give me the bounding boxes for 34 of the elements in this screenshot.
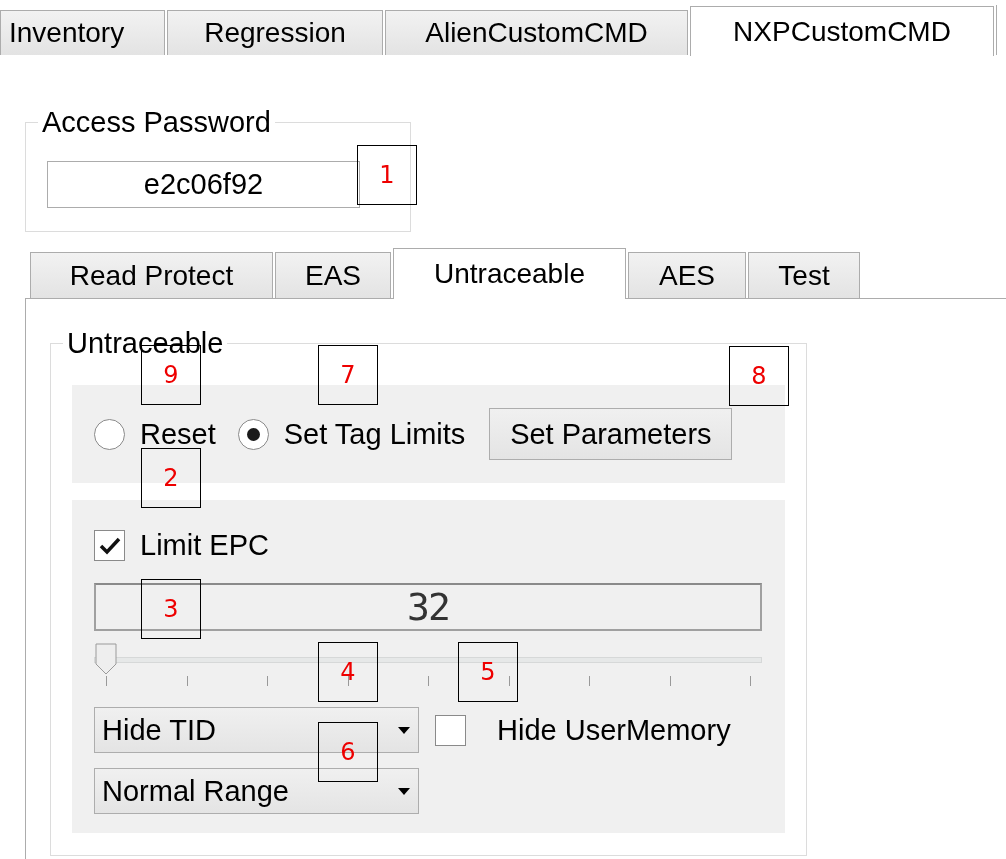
tab[interactable]: NXPCustomCMD bbox=[690, 6, 994, 56]
tab[interactable]: Read Protect bbox=[30, 252, 273, 298]
checkbox-label[interactable]: Limit EPC bbox=[140, 529, 269, 562]
radio-label[interactable]: Reset bbox=[140, 417, 216, 451]
tab[interactable]: Regression bbox=[167, 10, 383, 55]
tab[interactable]: Untraceable bbox=[393, 248, 626, 299]
dropdown-arrow-icon bbox=[398, 787, 410, 795]
checkbox[interactable] bbox=[94, 530, 125, 561]
tab[interactable]: AlienCustomCMD bbox=[385, 10, 688, 55]
callout-label: 3 bbox=[141, 579, 201, 639]
radio-button[interactable] bbox=[94, 418, 125, 450]
checkmark-icon bbox=[98, 536, 121, 555]
radio-label[interactable]: Set Tag Limits bbox=[283, 417, 466, 451]
radio-button[interactable] bbox=[237, 418, 269, 450]
slider-thumb[interactable] bbox=[94, 643, 118, 675]
checkbox[interactable] bbox=[435, 714, 466, 746]
set-parameters-button[interactable]: Set Parameters bbox=[489, 408, 733, 460]
dropdown[interactable]: Normal Range bbox=[94, 768, 419, 814]
callout-label: 5 bbox=[458, 642, 518, 702]
callout-label: 2 bbox=[141, 448, 201, 508]
callout-label: 6 bbox=[318, 722, 378, 782]
tab[interactable]: Test bbox=[748, 252, 860, 298]
tab[interactable]: EAS bbox=[275, 252, 391, 298]
callout-label: 7 bbox=[318, 345, 378, 405]
tab[interactable]: AES bbox=[628, 252, 746, 298]
tab[interactable]: Inventory bbox=[0, 10, 165, 55]
dropdown-arrow-icon bbox=[398, 726, 410, 734]
callout-label: 8 bbox=[729, 346, 789, 406]
slider[interactable] bbox=[94, 643, 762, 689]
callout-label: 1 bbox=[357, 145, 417, 205]
password-field[interactable]: e2c06f92 bbox=[47, 161, 360, 208]
group-title: Access Password bbox=[41, 105, 272, 139]
callout-label: 4 bbox=[318, 642, 378, 702]
checkbox-label[interactable]: Hide UserMemory bbox=[497, 713, 731, 747]
